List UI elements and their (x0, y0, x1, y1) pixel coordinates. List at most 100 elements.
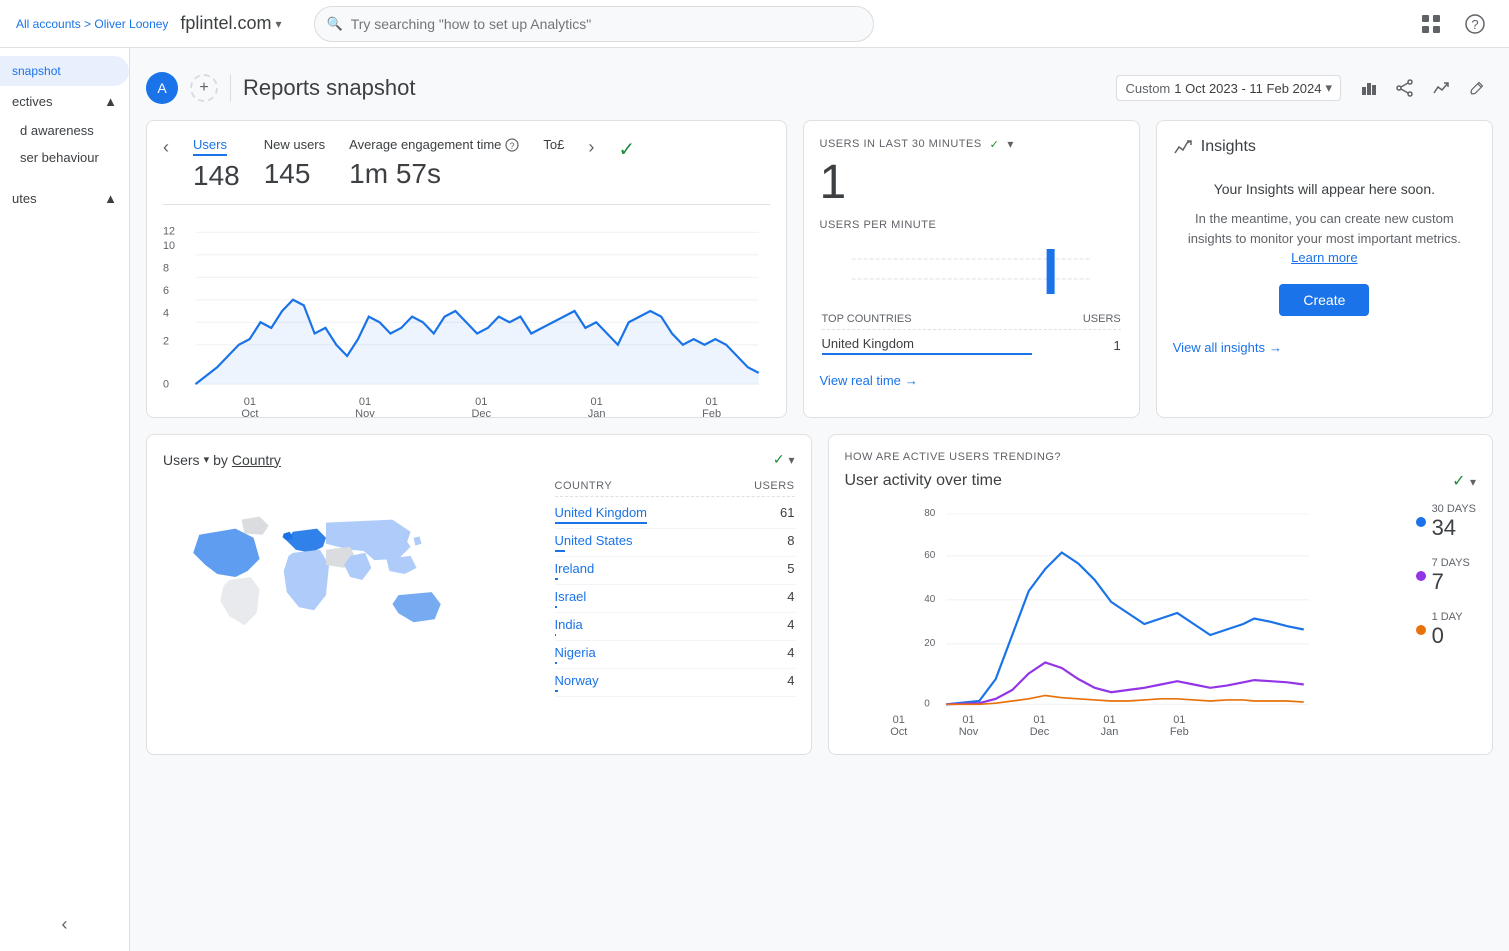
learn-more-link[interactable]: Learn more (1291, 250, 1357, 265)
create-insight-button[interactable]: Create (1279, 284, 1369, 316)
bar-chart-icon[interactable] (1353, 72, 1385, 104)
header-actions (1353, 72, 1493, 104)
activity-dropdown-button[interactable]: ▾ (1470, 475, 1476, 489)
view-all-insights-link[interactable]: View all insights → (1173, 324, 1476, 355)
us-bar (555, 550, 565, 552)
top-cards-row: ‹ Users 148 New users 145 Average engage… (146, 120, 1493, 418)
uk-bar (555, 522, 648, 524)
page-title: Reports snapshot (243, 75, 415, 101)
activity-status-icons: ✓ ▾ (1452, 471, 1476, 491)
metrics-next-button[interactable]: › (588, 137, 594, 158)
nigeria-bar (555, 662, 558, 664)
svg-text:10: 10 (163, 240, 175, 252)
sidebar-item-snapshot[interactable]: snapshot (0, 56, 129, 86)
legend-30days: 30 DAYS 34 (1416, 503, 1476, 541)
metric-users[interactable]: Users 148 (193, 137, 240, 192)
country-list: COUNTRY USERS United Kingdom 61 United S… (555, 480, 795, 697)
sidebar-section-objectives[interactable]: ectives ▲ (0, 86, 129, 117)
account-dropdown-icon: ▾ (275, 17, 281, 31)
sidebar-item-behaviour[interactable]: ser behaviour (0, 144, 129, 171)
realtime-header: USERS IN LAST 30 MINUTES ✓ ▾ (820, 137, 1123, 151)
insights-card: Insights Your Insights will appear here … (1156, 120, 1493, 418)
country-row-uk: United Kingdom 61 (555, 501, 795, 529)
search-input[interactable] (351, 16, 861, 32)
act-x-jan: 01Jan (1101, 714, 1119, 738)
act-x-feb: 01Feb (1170, 714, 1189, 738)
sidebar: snapshot ectives ▲ d awareness ser behav… (0, 48, 130, 951)
insights-tagline: Your Insights will appear here soon. (1173, 181, 1476, 197)
realtime-value: 1 (820, 159, 1123, 207)
x-label-dec: 01Dec (471, 396, 491, 420)
insights-text: In the meantime, you can create new cust… (1173, 209, 1476, 268)
metric-total[interactable]: To£ (543, 137, 564, 154)
sidebar-item-awareness[interactable]: d awareness (0, 117, 129, 144)
view-realtime-link[interactable]: View real time → (820, 373, 1123, 388)
svg-text:40: 40 (924, 594, 936, 605)
date-range-selector[interactable]: Custom 1 Oct 2023 - 11 Feb 2024 ▾ (1116, 75, 1341, 101)
country-row-india: India 4 (555, 613, 795, 641)
svg-text:12: 12 (163, 225, 175, 237)
realtime-status-icon: ✓ (990, 138, 1000, 151)
x-label-jan: 01Jan (588, 396, 606, 420)
add-property-button[interactable]: + (190, 74, 218, 102)
bottom-row: Users ▾ by Country ✓ ▾ (146, 434, 1493, 755)
country-row-israel: Israel 4 (555, 585, 795, 613)
users-chart-svg: 12 10 8 6 4 2 0 (163, 221, 770, 401)
x-label-feb: 01Feb (702, 396, 721, 420)
calendar-dropdown-icon: ▾ (1325, 80, 1332, 96)
search-bar[interactable]: 🔍 (314, 6, 874, 42)
legend-7days: 7 DAYS 7 (1416, 557, 1476, 595)
search-icon: 🔍 (327, 16, 343, 32)
apps-icon[interactable] (1413, 6, 1449, 42)
avatar: A (146, 72, 178, 104)
sidebar-section-minutes[interactable]: utes ▲ (0, 183, 129, 214)
country-row-norway: Norway 4 (555, 669, 795, 697)
divider (230, 74, 231, 102)
legend-7days-dot (1416, 571, 1426, 581)
x-label-nov: 01Nov (355, 396, 375, 420)
country-card-dropdown-button[interactable]: ▾ (788, 453, 794, 467)
realtime-dropdown-button[interactable]: ▾ (1007, 137, 1013, 151)
country-link[interactable]: Country (232, 452, 281, 468)
country-status-icon: ✓ ▾ (773, 451, 795, 468)
nav-actions: ? (1413, 6, 1493, 42)
realtime-card: USERS IN LAST 30 MINUTES ✓ ▾ 1 USERS PER… (803, 120, 1140, 418)
ireland-bar (555, 578, 558, 580)
help-icon[interactable]: ? (1457, 6, 1493, 42)
svg-text:0: 0 (163, 378, 169, 390)
arrow-right-icon: → (905, 373, 918, 388)
svg-text:20: 20 (924, 638, 936, 649)
user-activity-card: HOW ARE ACTIVE USERS TRENDING? User acti… (828, 434, 1494, 755)
metric-new-users[interactable]: New users 145 (264, 137, 325, 190)
country-row-nigeria: Nigeria 4 (555, 641, 795, 669)
svg-text:4: 4 (163, 307, 169, 319)
metrics-prev-button[interactable]: ‹ (163, 137, 169, 158)
legend-1day-dot (1416, 625, 1426, 635)
india-bar (555, 634, 557, 636)
israel-bar (555, 606, 557, 608)
sidebar-collapse-button[interactable]: ‹ (62, 914, 68, 935)
svg-text:8: 8 (163, 262, 169, 274)
share-icon[interactable] (1389, 72, 1421, 104)
x-label-oct: 01Oct (241, 396, 258, 420)
activity-title: User activity over time ✓ ▾ (845, 471, 1477, 491)
users-by-country-title: Users ▾ by Country ✓ ▾ (163, 451, 795, 468)
activity-legend: 30 DAYS 34 7 DAYS 7 1 (1416, 503, 1476, 665)
metrics-row: ‹ Users 148 New users 145 Average engage… (163, 137, 770, 205)
trend-icon[interactable] (1425, 72, 1457, 104)
legend-30days-dot (1416, 517, 1426, 527)
act-x-dec: 01Dec (1030, 714, 1050, 738)
top-nav: All accounts > Oliver Looney fplintel.co… (0, 0, 1509, 48)
insights-header: Insights (1173, 137, 1476, 157)
nav-account[interactable]: fplintel.com ▾ (180, 13, 281, 34)
metric-engagement[interactable]: Average engagement time ? 1m 57s (349, 137, 519, 190)
svg-text:2: 2 (163, 336, 169, 348)
svg-text:60: 60 (924, 550, 936, 561)
country-row-ireland: Ireland 5 (555, 557, 795, 585)
edit-icon[interactable] (1461, 72, 1493, 104)
map-table-container: COUNTRY USERS United Kingdom 61 United S… (163, 480, 795, 697)
activity-section-label: HOW ARE ACTIVE USERS TRENDING? (845, 451, 1477, 463)
act-x-oct: 01Oct (890, 714, 907, 738)
metrics-check-icon: ✓ (618, 137, 635, 162)
realtime-subheader: USERS PER MINUTE (820, 219, 1123, 231)
